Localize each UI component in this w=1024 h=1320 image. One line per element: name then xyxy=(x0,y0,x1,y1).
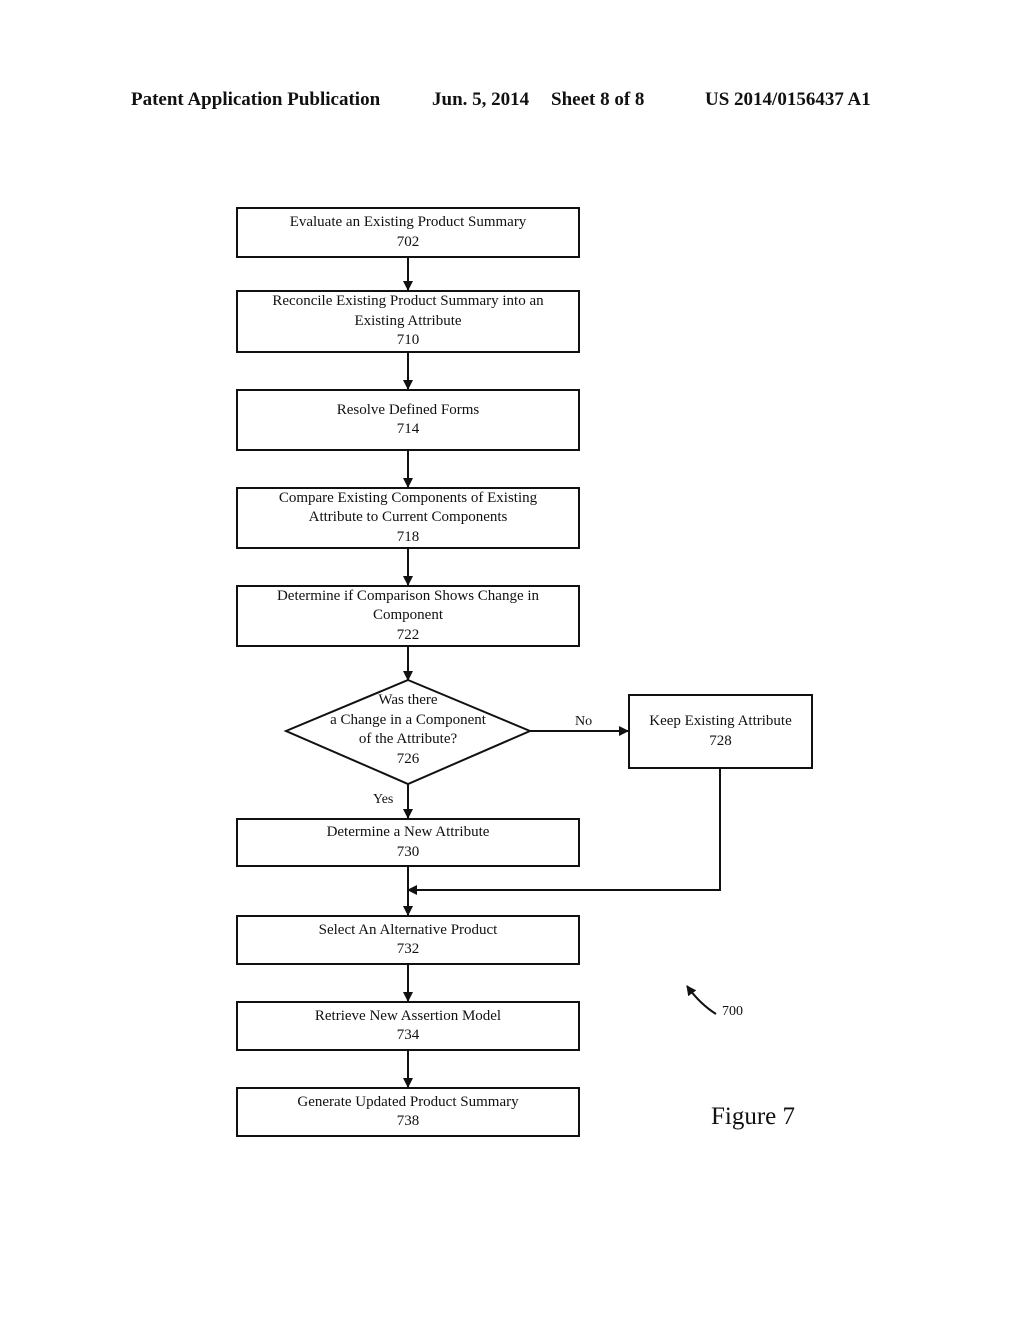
step-number: 714 xyxy=(396,421,420,437)
step-text: Component xyxy=(373,607,443,624)
figure-reference-number: 700 xyxy=(722,1004,743,1019)
step-714: Resolve Defined Forms 714 xyxy=(236,389,580,451)
step-text: Generate Updated Product Summary xyxy=(297,1093,519,1110)
step-722: Determine if Comparison Shows Change in … xyxy=(236,585,580,647)
step-text: Determine if Comparison Shows Change in xyxy=(276,587,540,604)
step-text: Determine a New Attribute xyxy=(326,824,490,840)
step-730: Determine a New Attribute 730 xyxy=(236,818,580,867)
decision-number: 726 xyxy=(396,750,420,767)
step-number: 734 xyxy=(396,1027,420,1043)
step-number: 718 xyxy=(396,528,420,545)
step-734: Retrieve New Assertion Model 734 xyxy=(236,1001,580,1051)
step-text: Retrieve New Assertion Model xyxy=(314,1007,502,1024)
step-text: Attribute to Current Components xyxy=(308,509,508,526)
no-label: No xyxy=(575,714,593,729)
step-text: Reconcile Existing Product Summary into … xyxy=(272,293,544,310)
yes-label: Yes xyxy=(373,792,394,807)
step-text: Existing Attribute xyxy=(354,312,462,329)
step-728: Keep Existing Attribute 728 xyxy=(628,694,813,769)
step-text: Select An Alternative Product xyxy=(318,921,498,938)
reference-arrow xyxy=(686,985,717,1015)
step-text: Keep Existing Attribute xyxy=(649,713,792,729)
step-number: 738 xyxy=(396,1113,420,1129)
step-710: Reconcile Existing Product Summary into … xyxy=(236,290,580,353)
step-text: Compare Existing Components of Existing xyxy=(278,489,538,506)
decision-726: Was there a Change in a Component of the… xyxy=(286,691,530,769)
step-number: 722 xyxy=(396,626,420,643)
step-number: 710 xyxy=(396,332,420,349)
step-text: Evaluate an Existing Product Summary xyxy=(289,214,527,230)
step-number: 728 xyxy=(709,732,732,749)
decision-text: Was there xyxy=(378,692,438,708)
decision-text: a Change in a Component xyxy=(330,711,486,728)
step-number: 702 xyxy=(396,233,420,250)
figure-label: Figure 7 xyxy=(711,1103,796,1130)
step-number: 732 xyxy=(396,941,420,957)
step-702: Evaluate an Existing Product Summary 702 xyxy=(236,207,580,258)
decision-text: of the Attribute? xyxy=(358,731,458,747)
step-number: 730 xyxy=(396,843,420,860)
step-718: Compare Existing Components of Existing … xyxy=(236,487,580,549)
step-732: Select An Alternative Product 732 xyxy=(236,915,580,965)
step-text: Resolve Defined Forms xyxy=(336,401,480,418)
step-738: Generate Updated Product Summary 738 xyxy=(236,1087,580,1137)
